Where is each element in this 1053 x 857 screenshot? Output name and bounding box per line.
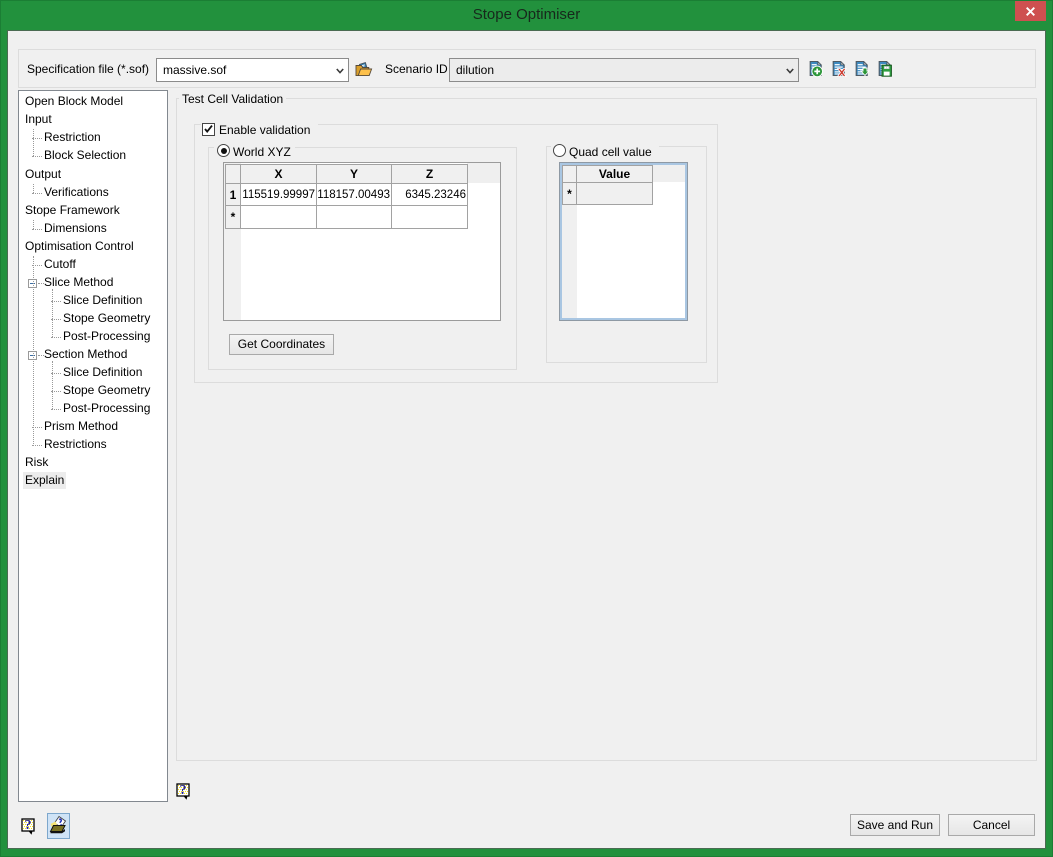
svg-text:?: ? [25,818,32,833]
svg-text:?: ? [180,783,187,798]
